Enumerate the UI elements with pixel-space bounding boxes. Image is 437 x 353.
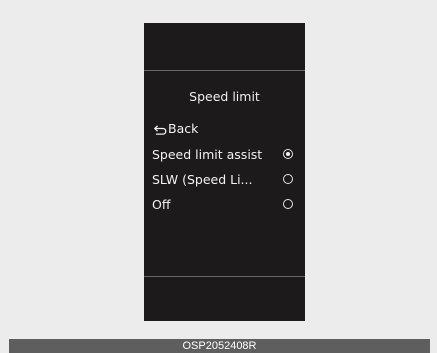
menu-title: Speed limit	[189, 89, 260, 104]
radio-selected[interactable]	[283, 149, 293, 159]
figure-code: OSP2052408R	[9, 339, 430, 353]
option-label: Off	[152, 197, 171, 212]
option-slw[interactable]: SLW (Speed Li...	[152, 171, 302, 189]
option-speed-limit-assist[interactable]: Speed limit assist	[152, 146, 302, 164]
radio-unselected[interactable]	[283, 174, 293, 184]
option-off[interactable]: Off	[152, 196, 302, 214]
back-item[interactable]: Back	[152, 120, 302, 138]
bottom-divider	[144, 276, 305, 277]
radio-unselected[interactable]	[283, 199, 293, 209]
option-label: Speed limit assist	[152, 147, 263, 162]
cluster-display: Speed limit Back Speed limit assist SLW …	[144, 23, 305, 321]
top-divider	[144, 70, 305, 71]
return-arrow-icon	[152, 120, 168, 138]
back-label: Back	[168, 121, 199, 136]
option-label: SLW (Speed Li...	[152, 172, 253, 187]
